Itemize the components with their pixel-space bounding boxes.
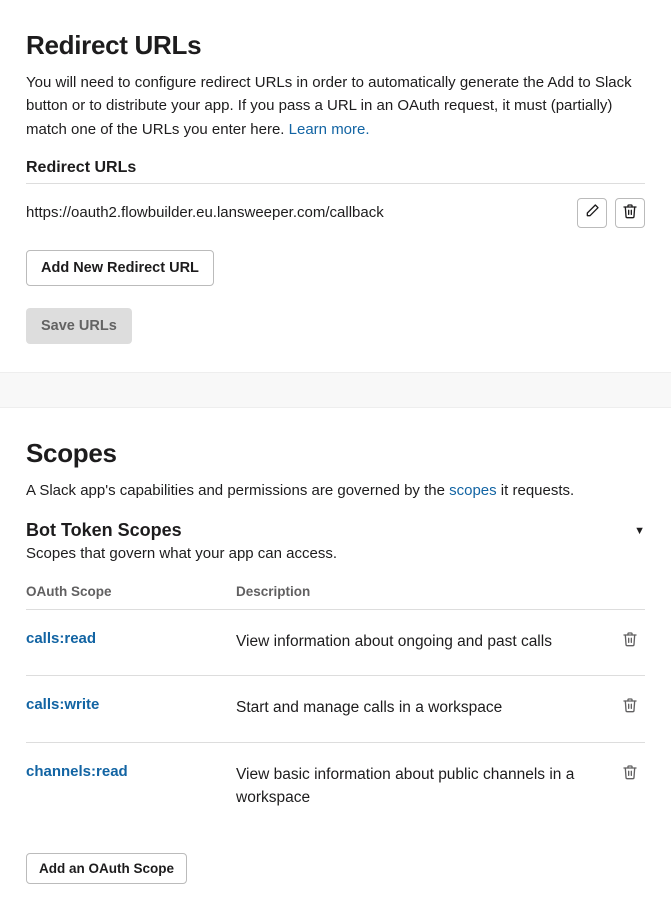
- scope-row: calls:read View information about ongoin…: [26, 609, 645, 675]
- bot-token-scopes-header[interactable]: Bot Token Scopes ▼: [26, 520, 645, 541]
- learn-more-link[interactable]: Learn more.: [289, 121, 370, 138]
- scopes-description: A Slack app's capabilities and permissio…: [26, 479, 645, 502]
- scope-name-link[interactable]: calls:write: [26, 696, 236, 713]
- scope-action-cell: [615, 696, 645, 716]
- section-gap: [0, 372, 671, 408]
- scope-action-cell: [615, 630, 645, 650]
- scope-row: channels:read View basic information abo…: [26, 742, 645, 832]
- delete-scope-button[interactable]: [621, 765, 639, 783]
- redirect-url-value: https://oauth2.flowbuilder.eu.lansweeper…: [26, 204, 569, 221]
- scopes-link[interactable]: scopes: [449, 482, 497, 499]
- scope-name-link[interactable]: calls:read: [26, 630, 236, 647]
- col-header-desc: Description: [236, 584, 615, 599]
- add-oauth-scope-button[interactable]: Add an OAuth Scope: [26, 853, 187, 884]
- col-header-scope: OAuth Scope: [26, 584, 236, 599]
- scope-description: View basic information about public chan…: [236, 763, 615, 810]
- redirect-urls-list-heading: Redirect URLs: [26, 159, 645, 177]
- add-redirect-url-button[interactable]: Add New Redirect URL: [26, 250, 214, 286]
- scope-row: calls:write Start and manage calls in a …: [26, 675, 645, 741]
- save-urls-button[interactable]: Save URLs: [26, 308, 132, 344]
- redirect-urls-section: Redirect URLs You will need to configure…: [0, 0, 671, 372]
- scopes-desc-pre: A Slack app's capabilities and permissio…: [26, 482, 449, 499]
- delete-url-button[interactable]: [615, 198, 645, 228]
- save-urls-row: Save URLs: [26, 308, 645, 344]
- redirect-url-row: https://oauth2.flowbuilder.eu.lansweeper…: [26, 184, 645, 246]
- scopes-desc-post: it requests.: [497, 482, 575, 499]
- redirect-urls-title: Redirect URLs: [26, 30, 645, 61]
- add-scope-row: Add an OAuth Scope: [26, 853, 645, 884]
- trash-icon: [622, 697, 638, 717]
- trash-icon: [622, 203, 638, 222]
- bot-token-scopes-sub: Scopes that govern what your app can acc…: [26, 545, 645, 562]
- bot-token-scopes-heading: Bot Token Scopes: [26, 520, 182, 541]
- scopes-section: Scopes A Slack app's capabilities and pe…: [0, 408, 671, 912]
- scope-action-cell: [615, 763, 645, 783]
- add-url-row: Add New Redirect URL: [26, 250, 645, 286]
- delete-scope-button[interactable]: [621, 698, 639, 716]
- col-header-action: [615, 584, 645, 599]
- trash-icon: [622, 764, 638, 784]
- scope-description: Start and manage calls in a workspace: [236, 696, 615, 719]
- scope-description: View information about ongoing and past …: [236, 630, 615, 653]
- pencil-icon: [584, 203, 600, 222]
- trash-icon: [622, 631, 638, 651]
- caret-down-icon: ▼: [634, 525, 645, 537]
- edit-url-button[interactable]: [577, 198, 607, 228]
- delete-scope-button[interactable]: [621, 632, 639, 650]
- scopes-title: Scopes: [26, 438, 645, 469]
- scope-column-headers: OAuth Scope Description: [26, 584, 645, 609]
- scope-name-link[interactable]: channels:read: [26, 763, 236, 780]
- redirect-urls-description: You will need to configure redirect URLs…: [26, 71, 645, 141]
